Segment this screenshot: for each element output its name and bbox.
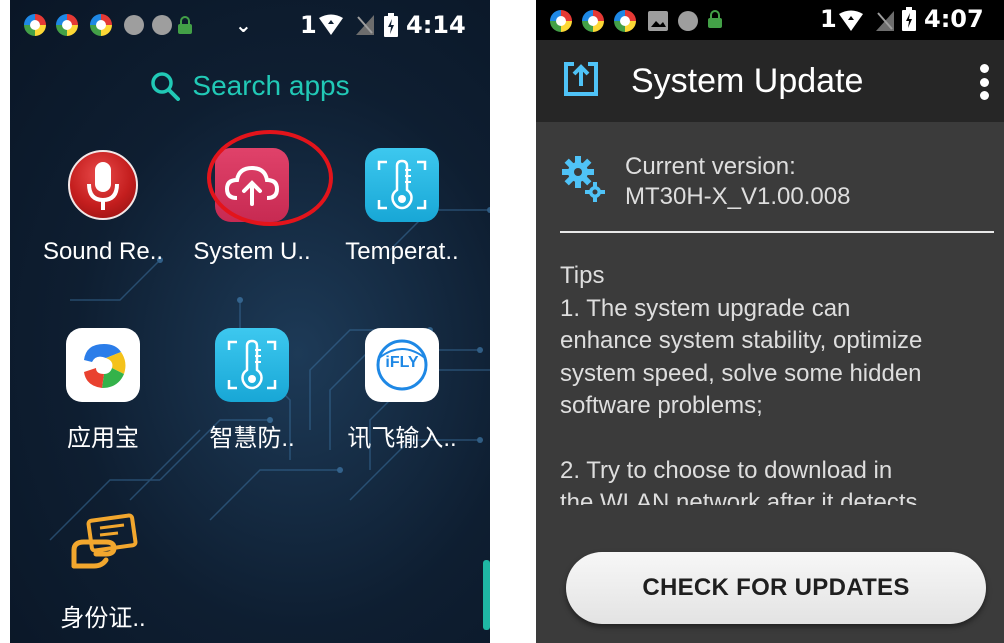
search-apps-label: Search apps (192, 70, 350, 101)
signal-icon (876, 8, 894, 34)
pinwheel-notification-icon (24, 12, 46, 38)
app-label: System U.. (193, 238, 311, 265)
wifi-icon (838, 8, 864, 34)
wifi-icon (318, 12, 344, 38)
search-apps[interactable]: Search apps (10, 64, 490, 108)
chevron-down-icon: ⌄ (235, 14, 252, 37)
microphone-icon (66, 148, 140, 222)
app-toolbar: System Update (536, 40, 1004, 122)
tips-text: Tips 1. The system upgrade can enhance s… (560, 260, 1000, 505)
tips-line: system speed, solve some hidden (560, 359, 922, 387)
app-label: 身份证.. (60, 605, 146, 632)
search-icon (151, 72, 181, 101)
pinwheel-notification-icon (582, 8, 604, 34)
divider (560, 231, 994, 233)
clock: 4:14 (406, 11, 466, 39)
signal-icon (356, 12, 374, 38)
circle-notification-icon (678, 8, 698, 34)
pinwheel-notification-icon (614, 8, 636, 34)
circle-notification-icon (152, 12, 172, 38)
more-options-icon[interactable] (980, 64, 990, 100)
circle-notification-icon (124, 12, 144, 38)
lock-icon (708, 6, 722, 32)
app-label: 智慧防.. (209, 425, 295, 452)
app-label: Sound Re.. (42, 238, 164, 265)
app-yingyongbao[interactable]: 应用宝 (31, 328, 175, 453)
system-update-icon (564, 62, 598, 96)
tips-line: 2. Try to choose to download in (560, 456, 893, 484)
update-content: Current version: MT30H-X_V1.00.008 Tips … (536, 122, 1004, 643)
app-drawer-screen: ⌄ 1 4:14 Search apps Sound Re.. System U… (10, 0, 490, 643)
tips-heading: Tips (560, 262, 605, 289)
status-bar: 1 4:07 (536, 0, 1004, 40)
lock-icon (178, 12, 192, 38)
ifly-icon: iFLY (365, 328, 439, 402)
app-temperature[interactable]: Temperat.. (330, 148, 474, 266)
battery-icon (384, 12, 398, 38)
app-sound-recorder[interactable]: Sound Re.. (31, 148, 175, 266)
app-store-icon (66, 328, 140, 402)
clock: 4:07 (924, 5, 984, 33)
status-bar: ⌄ 1 4:14 (10, 0, 490, 56)
current-version-label: Current version: (625, 153, 796, 180)
app-smart-prevention[interactable]: 智慧防.. (180, 328, 324, 453)
thermometer-icon (215, 328, 289, 402)
app-ifly-input[interactable]: iFLY 讯飞输入.. (330, 328, 474, 453)
app-label: Temperat.. (345, 238, 459, 265)
sim-indicator: 1 (300, 11, 317, 39)
toolbar-title: System Update (631, 62, 864, 100)
tips-line: 1. The system upgrade can (560, 294, 851, 322)
thermometer-icon (365, 148, 439, 222)
system-update-screen: 1 4:07 System Update Current version: MT… (536, 0, 1004, 643)
highlight-annotation-ring (207, 130, 333, 226)
app-id-card[interactable]: 身份证.. (31, 508, 175, 633)
gear-icon (562, 156, 605, 202)
battery-icon (902, 6, 916, 32)
app-label: 讯飞输入.. (347, 425, 457, 452)
image-notification-icon (648, 8, 668, 34)
pinwheel-notification-icon (550, 8, 572, 34)
scrollbar[interactable] (483, 560, 490, 630)
tips-line: the WLAN network after it detects (560, 489, 918, 505)
tips-line: software problems; (560, 392, 763, 419)
ifly-logo-text: iFLY (385, 354, 419, 371)
app-label: 应用宝 (67, 425, 139, 452)
check-for-updates-button[interactable]: CHECK FOR UPDATES (566, 552, 986, 624)
sim-indicator: 1 (820, 5, 837, 33)
current-version-value: MT30H-X_V1.00.008 (625, 183, 851, 210)
tips-line: enhance system stability, optimize (560, 327, 923, 354)
pinwheel-notification-icon (90, 12, 112, 38)
id-card-icon (66, 508, 140, 582)
pinwheel-notification-icon (56, 12, 78, 38)
